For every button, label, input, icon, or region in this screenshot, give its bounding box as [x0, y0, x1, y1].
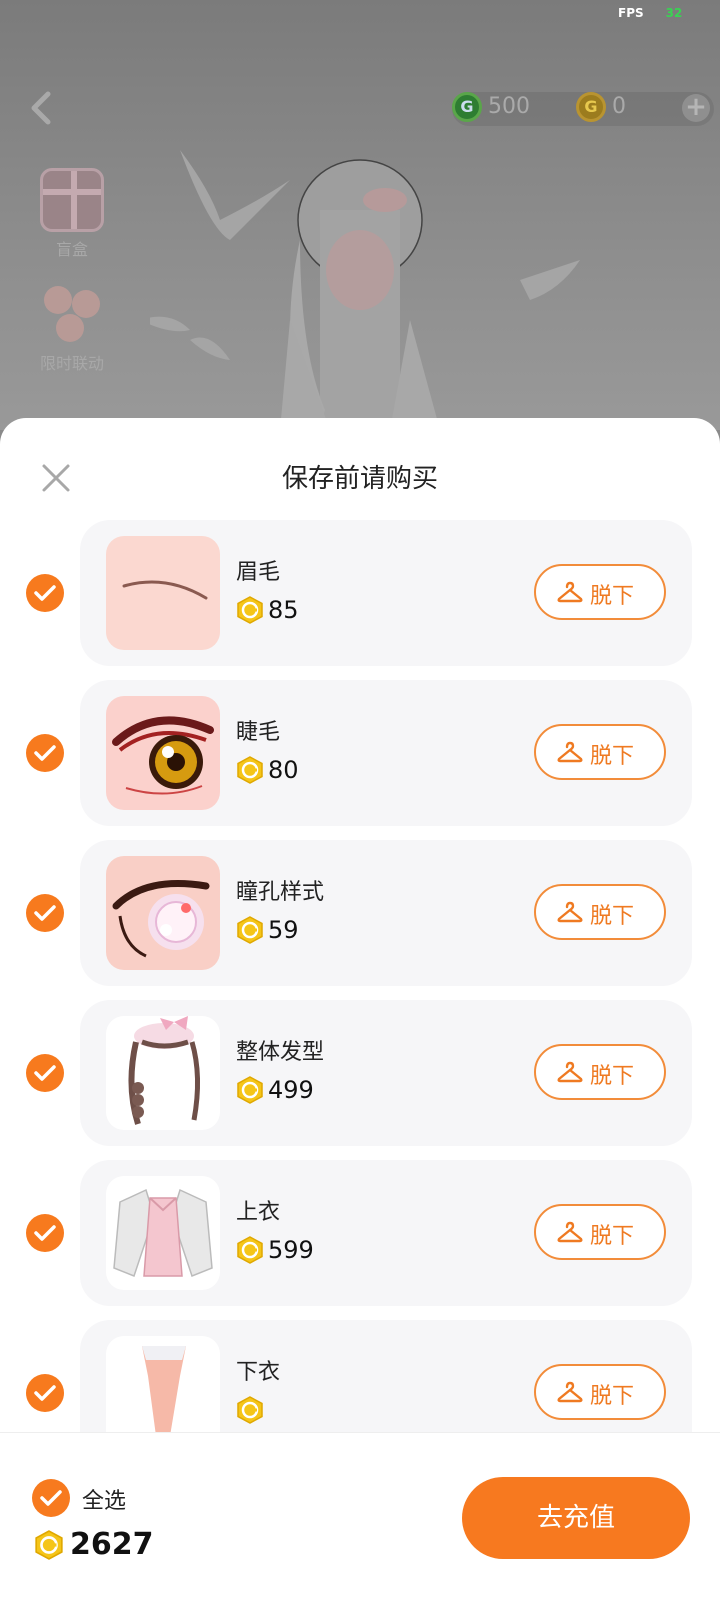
item-name: 下衣 [236, 1360, 281, 1385]
list-item-pupil: 瞳孔样式 59 脱下 [0, 840, 720, 986]
coin-icon [236, 596, 264, 624]
item-name: 整体发型 [236, 1040, 325, 1065]
list-item-eyelash: 睫毛 80 脱下 [0, 680, 720, 826]
hanger-icon [557, 1221, 583, 1243]
blind-box-label: 盲盒 [55, 240, 88, 259]
total-price: 2627 [34, 1527, 154, 1562]
checkmark-icon [40, 1490, 62, 1506]
take-off-button[interactable]: 脱下 [534, 564, 666, 620]
coin-icon [236, 916, 264, 944]
coin-icon [236, 1076, 264, 1104]
item-checkbox[interactable] [26, 574, 64, 612]
item-card[interactable]: 瞳孔样式 59 脱下 [80, 840, 692, 986]
take-off-button[interactable]: 脱下 [534, 724, 666, 780]
pupil-thumbnail [106, 856, 220, 970]
hanger-icon [557, 1061, 583, 1083]
checkmark-icon [34, 745, 56, 761]
item-list[interactable]: 眉毛 85 脱下 睫毛 80 脱下 瞳孔样式 59 脱下 整体发型 499 脱下… [0, 508, 720, 1504]
gift-box-icon [40, 168, 104, 232]
chevron-left-icon [31, 91, 51, 125]
limited-collab-entry[interactable]: 限时联动 [32, 282, 112, 374]
item-price [236, 1396, 268, 1426]
select-all-label[interactable]: 全选 [82, 1483, 126, 1515]
blind-box-entry[interactable]: 盲盒 [32, 168, 112, 260]
checkmark-icon [34, 905, 56, 921]
item-price: 499 [236, 1076, 314, 1106]
item-name: 瞳孔样式 [236, 880, 325, 905]
checkmark-icon [34, 1225, 56, 1241]
select-all-checkbox[interactable] [32, 1479, 70, 1517]
eyelash-thumbnail [106, 696, 220, 810]
take-off-button[interactable]: 脱下 [534, 1364, 666, 1420]
green-currency-value: 500 [488, 94, 530, 119]
gold-currency-value: 0 [612, 94, 626, 119]
fps-counter: FPS 32 [618, 6, 683, 20]
flower-icon [40, 282, 104, 346]
coin-icon [236, 1396, 264, 1424]
hairstyle-thumbnail [106, 1016, 220, 1130]
checkout-footer: 全选 2627 去充值 [0, 1432, 720, 1600]
take-off-button[interactable]: 脱下 [534, 884, 666, 940]
hanger-icon [557, 581, 583, 603]
item-card[interactable]: 整体发型 499 脱下 [80, 1000, 692, 1146]
hanger-icon [557, 901, 583, 923]
item-checkbox[interactable] [26, 734, 64, 772]
back-button[interactable] [24, 88, 60, 128]
item-checkbox[interactable] [26, 1214, 64, 1252]
take-off-button[interactable]: 脱下 [534, 1204, 666, 1260]
item-price: 85 [236, 596, 299, 626]
item-checkbox[interactable] [26, 894, 64, 932]
item-card[interactable]: 眉毛 85 脱下 [80, 520, 692, 666]
item-name: 上衣 [236, 1200, 281, 1225]
character-illustration [150, 150, 580, 430]
sheet-title: 保存前请购买 [281, 464, 438, 494]
coin-icon [236, 756, 264, 784]
gold-coin-icon: G [576, 92, 606, 122]
top-thumbnail [106, 1176, 220, 1290]
checkmark-icon [34, 1385, 56, 1401]
item-card[interactable]: 上衣 599 脱下 [80, 1160, 692, 1306]
list-item-top: 上衣 599 脱下 [0, 1160, 720, 1306]
item-name: 睫毛 [236, 720, 281, 745]
checkmark-icon [34, 585, 56, 601]
list-item-hairstyle: 整体发型 499 脱下 [0, 1000, 720, 1146]
item-checkbox[interactable] [26, 1054, 64, 1092]
item-card[interactable]: 睫毛 80 脱下 [80, 680, 692, 826]
add-currency-button[interactable]: + [682, 94, 710, 122]
game-scene-background: FPS 32 G 500 G 0 + 盲盒 限时联动 [0, 0, 720, 430]
hanger-icon [557, 1381, 583, 1403]
checkmark-icon [34, 1065, 56, 1081]
take-off-button[interactable]: 脱下 [534, 1044, 666, 1100]
purchase-sheet: 保存前请购买 眉毛 85 脱下 睫毛 80 脱下 瞳孔样式 59 脱下 整体发型… [0, 418, 720, 1600]
eyebrow-thumbnail [106, 536, 220, 650]
item-checkbox[interactable] [26, 1374, 64, 1412]
item-price: 59 [236, 916, 299, 946]
item-price: 80 [236, 756, 299, 786]
item-name: 眉毛 [236, 560, 281, 585]
limited-collab-label: 限时联动 [39, 354, 104, 373]
coin-icon [236, 1236, 264, 1264]
hanger-icon [557, 741, 583, 763]
item-price: 599 [236, 1236, 314, 1266]
list-item-eyebrow: 眉毛 85 脱下 [0, 520, 720, 666]
coin-icon [34, 1529, 64, 1560]
green-coin-icon: G [452, 92, 482, 122]
currency-bar: G 500 G 0 + [452, 92, 714, 126]
total-value: 2627 [70, 1527, 154, 1562]
recharge-button[interactable]: 去充值 [462, 1477, 690, 1559]
